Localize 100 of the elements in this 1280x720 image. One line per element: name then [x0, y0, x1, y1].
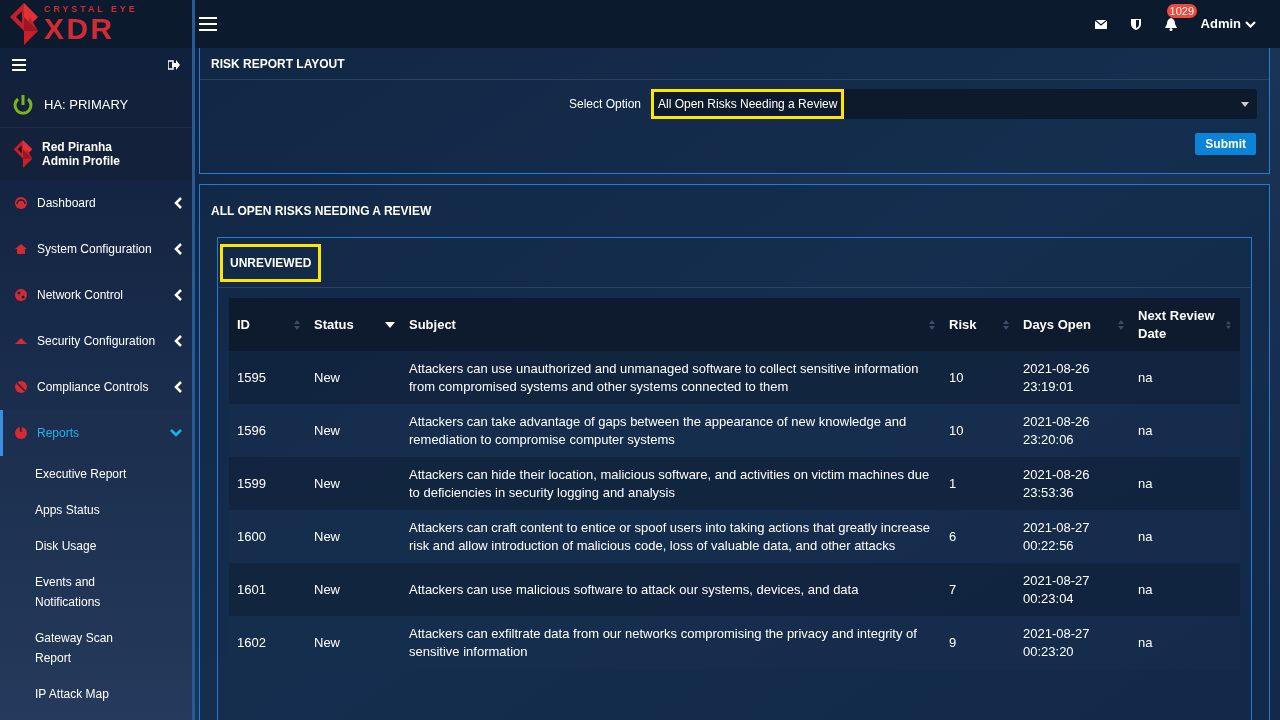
circle-icon [15, 381, 27, 393]
chevron-left-icon [174, 381, 182, 393]
table-cell-text: 2021-08-26 23:20:06 [1022, 412, 1091, 449]
table-cell-text: na [1137, 368, 1154, 387]
user-menu-button[interactable]: Admin [1200, 14, 1256, 34]
table-cell-text: 7 [948, 580, 958, 599]
logout-button[interactable] [168, 60, 180, 70]
power-icon [12, 93, 34, 116]
panel-title: RISK REPORT LAYOUT [200, 48, 1269, 80]
table-cell-text: 1 [948, 474, 958, 493]
chevron-left-icon [174, 335, 182, 347]
table-cell-text: na [1137, 527, 1154, 546]
table-cell-text: Attackers can use malicious software to attack our systems, devices, and data [408, 580, 860, 599]
column-header[interactable]: Days Open [1015, 298, 1130, 351]
table-cell-text: Attackers can use unauthorized and unmanaged software to collect sensitive information from compromised systems and other systems connected to them [408, 359, 920, 396]
table-cell-text: Attackers can exfiltrate data from our networks compromising the privacy and integrity of sensitive information [408, 624, 918, 661]
brand-logo-text: XDR [44, 13, 115, 44]
notification-count: 1029 [1166, 3, 1198, 18]
select-value: All Open Risks Needing a Review [651, 89, 845, 119]
brand-name: CRYSTAL EYE [44, 4, 138, 14]
table-cell-text: na [1137, 580, 1154, 599]
profile-name: Red Piranha [42, 140, 114, 154]
sidebar-subitem[interactable]: Gateway Scan Report [0, 620, 192, 676]
table-cell-text: 10 [948, 421, 965, 440]
notifications-button[interactable] [1164, 17, 1177, 31]
submit-button[interactable]: Submit [1195, 133, 1256, 155]
envelope-icon [1094, 19, 1107, 29]
section-title: UNREVIEWED [220, 243, 322, 282]
table-cell-text: 6 [948, 527, 958, 546]
table-cell-text: 1599 [236, 474, 267, 493]
column-header[interactable]: Next Review Date [1130, 298, 1237, 351]
table-cell-text: New [313, 474, 341, 493]
chevron-down-icon [1245, 20, 1256, 28]
sidebar-item[interactable]: Compliance Controls [0, 364, 192, 410]
sort-icon [1118, 319, 1124, 330]
shield-button[interactable] [1130, 18, 1141, 30]
table-cell-text: New [313, 368, 341, 387]
table-cell-text: New [313, 580, 341, 599]
menu-icon [199, 17, 217, 31]
table-cell-text: na [1137, 421, 1154, 440]
logo-icon [12, 140, 34, 168]
menu-button[interactable] [197, 15, 219, 33]
circle-icon [15, 197, 27, 209]
menu-button[interactable] [12, 59, 26, 71]
sidebar-subitem[interactable]: IP Attack Map [0, 676, 192, 712]
triangle-icon [15, 335, 27, 347]
sidebar-subitem[interactable]: Events and Notifications [0, 564, 192, 620]
table-cell-text: 9 [948, 633, 958, 652]
sidebar-subitem[interactable]: Executive Report [0, 456, 192, 492]
table-cell-text: 10 [948, 368, 965, 387]
sort-icon [1226, 319, 1231, 330]
chevron-left-icon [174, 243, 182, 255]
column-header[interactable]: Risk [941, 298, 1015, 351]
sidebar-subitem[interactable]: Disk Usage [0, 528, 192, 564]
circle-icon [15, 427, 27, 439]
sort-icon [1003, 319, 1009, 330]
table-cell-text: Attackers can hide their location, malicious software, and activities on victim machines due to deficiencies in security logging and analysis [408, 465, 931, 502]
sidebar-item[interactable]: Security Configuration [0, 318, 192, 364]
table-cell-text: 1595 [236, 368, 267, 387]
table-cell-text: na [1137, 633, 1154, 652]
profile-role: Admin Profile [42, 154, 120, 168]
table-cell-text: 2021-08-27 00:23:04 [1022, 571, 1091, 608]
ha-status: HA: PRIMARY [44, 95, 129, 114]
table-cell-text: 1600 [236, 527, 267, 546]
table-cell-text: na [1137, 474, 1154, 493]
table-cell-text: 2021-08-27 00:23:20 [1022, 624, 1091, 661]
table-cell-text: Attackers can take advantage of gaps between the appearance of new knowledge and remediation to compromise computer systems [408, 412, 908, 449]
column-header[interactable]: ID [229, 298, 306, 351]
sidebar-item[interactable]: Network Control [0, 272, 192, 318]
menu-icon [12, 59, 26, 71]
panel-title: ALL OPEN RISKS NEEDING A REVIEW [210, 203, 433, 220]
table-cell-text: New [313, 527, 341, 546]
mail-button[interactable] [1094, 19, 1107, 29]
caret-down-icon [1241, 101, 1249, 107]
table-cell-text: 2021-08-26 23:19:01 [1022, 359, 1091, 396]
table-cell-text: 2021-08-26 23:53:36 [1022, 465, 1091, 502]
sidebar-item[interactable]: System Configuration [0, 226, 192, 272]
table-cell-text: New [313, 421, 341, 440]
circle-icon [15, 289, 27, 301]
chevron-left-icon [174, 289, 182, 301]
logout-icon [168, 60, 180, 70]
table-cell-text: 1601 [236, 580, 267, 599]
table-cell-text: Attackers can craft content to entice or spoof users into taking actions that greatly increase risk and allow introduction of malicious code, loss of valuable data, and other attacks [408, 518, 931, 555]
sort-icon [294, 319, 300, 330]
shield-icon [1130, 18, 1141, 30]
bell-icon [1164, 17, 1177, 31]
sidebar-subitem[interactable]: Apps Status [0, 492, 192, 528]
house-icon [15, 243, 27, 255]
chevron-left-icon [174, 197, 182, 209]
sort-icon [929, 319, 935, 330]
table-cell-text: 1602 [236, 633, 267, 652]
table-cell-text: New [313, 633, 341, 652]
sort-descending-icon [385, 321, 395, 328]
select-field[interactable]: All Open Risks Needing a Review [651, 89, 1257, 119]
chevron-down-icon [170, 429, 182, 437]
column-header[interactable]: Subject [401, 298, 941, 351]
column-header[interactable]: Status [306, 298, 401, 351]
select-label: Select Option [568, 96, 641, 113]
table-cell-text: 2021-08-27 00:22:56 [1022, 518, 1091, 555]
sidebar-item[interactable]: Dashboard [0, 180, 192, 226]
